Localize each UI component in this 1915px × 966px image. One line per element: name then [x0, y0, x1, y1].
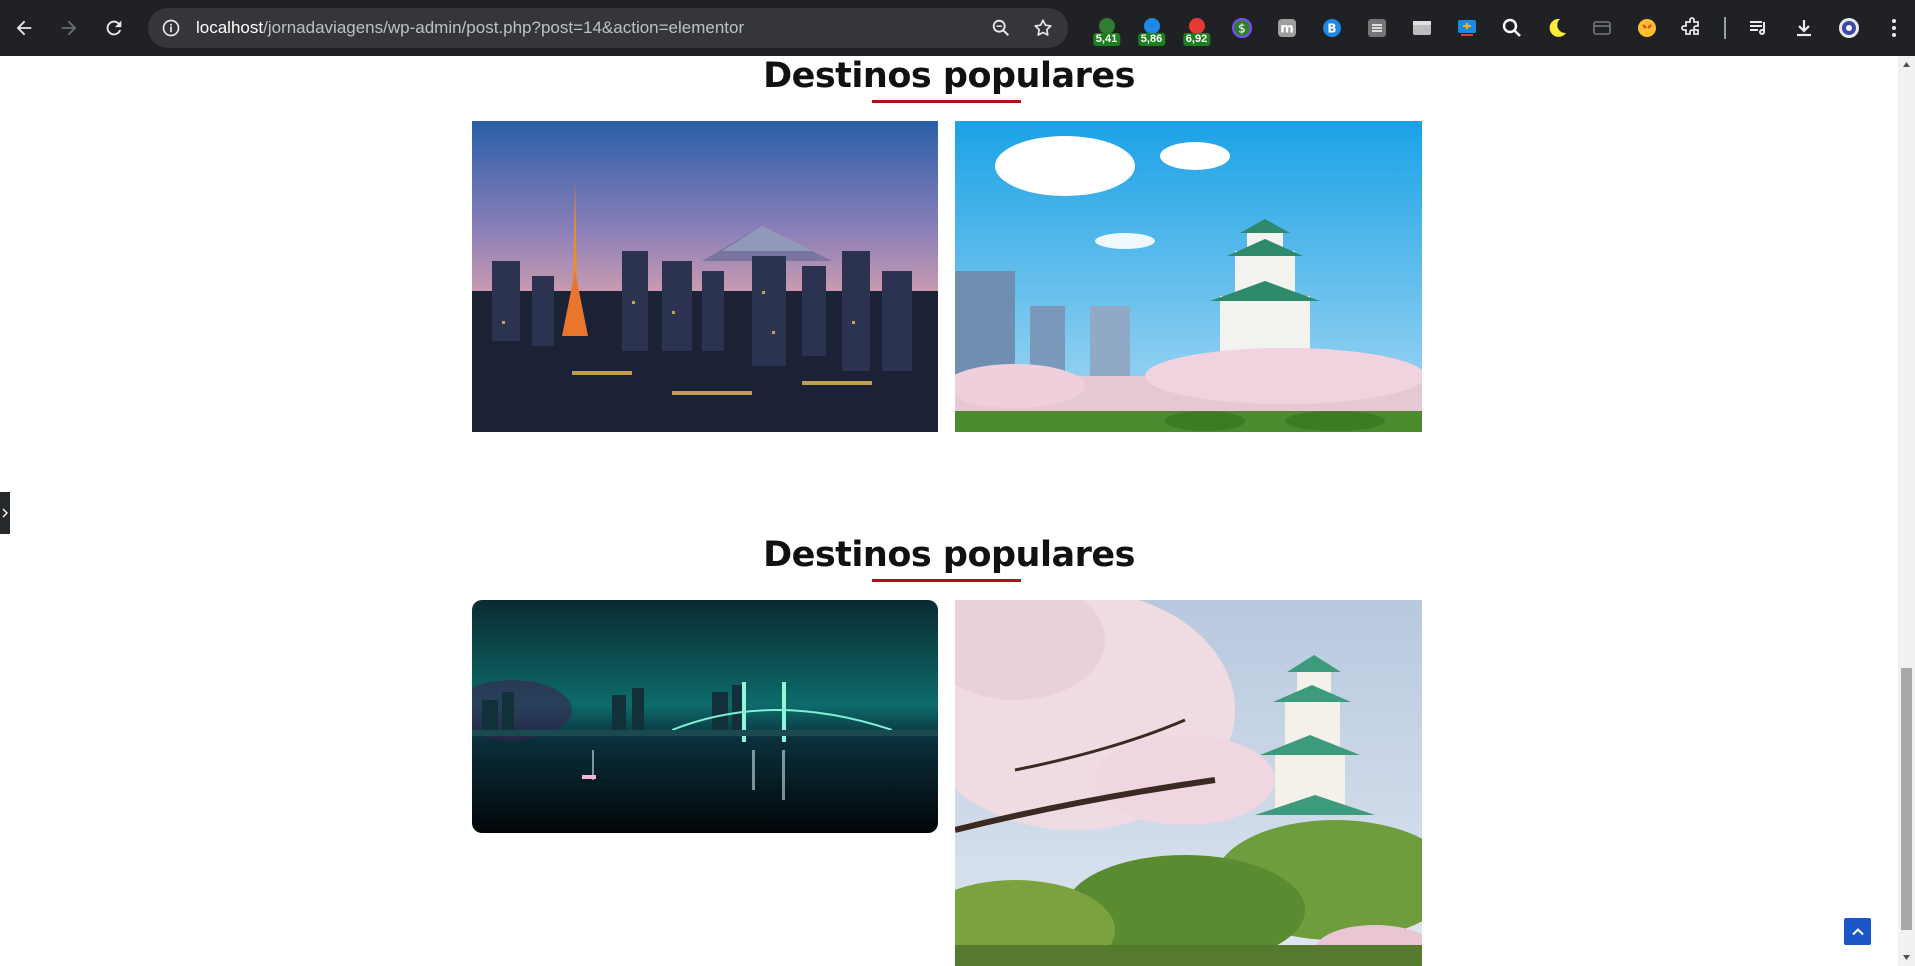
extension-dollar[interactable]: $: [1219, 0, 1264, 56]
window-icon: [1412, 21, 1431, 35]
back-button[interactable]: [2, 6, 46, 50]
extension-2[interactable]: 5,86: [1129, 0, 1174, 56]
bookmark-star-icon[interactable]: [1032, 17, 1054, 39]
destination-image-osaka-cherry-blossom[interactable]: [955, 600, 1422, 966]
extension-badge: 5,86: [1137, 33, 1166, 46]
media-control-button[interactable]: [1736, 0, 1781, 56]
svg-text:B: B: [1327, 22, 1336, 36]
extension-layers[interactable]: [1354, 0, 1399, 56]
downloads-button[interactable]: [1781, 0, 1826, 56]
section-title: Destinos populares: [763, 56, 1135, 96]
reload-button[interactable]: [92, 6, 136, 50]
extension-screen[interactable]: [1444, 0, 1489, 56]
face-icon: [1637, 19, 1656, 37]
extension-1[interactable]: 5,41: [1084, 0, 1129, 56]
forward-button[interactable]: [47, 6, 91, 50]
title-underline: [872, 579, 1021, 582]
svg-text:m: m: [1280, 22, 1294, 37]
search-icon: [1502, 18, 1521, 37]
destination-image-tokyo-tower[interactable]: [472, 121, 938, 432]
extension-face[interactable]: [1624, 0, 1669, 56]
chevron-right-icon: [2, 508, 8, 518]
panel-toggle-button[interactable]: [0, 492, 10, 534]
scroll-down-arrow-icon[interactable]: [1902, 953, 1911, 962]
site-info-icon[interactable]: [160, 17, 182, 39]
scrollbar-thumb[interactable]: [1901, 668, 1912, 930]
extensions-menu-button[interactable]: [1669, 0, 1714, 56]
title-underline: [872, 100, 1021, 103]
b-letter-icon: B: [1322, 19, 1341, 37]
section-title: Destinos populares: [763, 535, 1135, 575]
scroll-up-arrow-icon[interactable]: [1902, 60, 1911, 69]
url-path: /jornadaviagens/wp-admin/post.php?post=1…: [263, 18, 745, 37]
m-letter-icon: m: [1277, 19, 1296, 37]
destination-image-osaka-castle[interactable]: [955, 121, 1422, 432]
extension-b[interactable]: B: [1309, 0, 1354, 56]
extension-search[interactable]: [1489, 0, 1534, 56]
extensions-bar: 5,41 5,86 6,92 $ m B: [1084, 0, 1915, 56]
browser-menu-button[interactable]: [1871, 0, 1915, 56]
chevron-up-icon: [1851, 927, 1864, 935]
arrow-right-icon: [61, 20, 77, 36]
card-icon: [1592, 21, 1611, 35]
more-vertical-icon: [1891, 19, 1896, 37]
extension-folder[interactable]: [1579, 0, 1624, 56]
puzzle-icon: [1680, 17, 1699, 35]
toolbar-separator: [1724, 17, 1726, 39]
extension-dark-mode[interactable]: [1534, 0, 1579, 56]
reload-icon: [106, 20, 122, 36]
extension-m[interactable]: m: [1264, 0, 1309, 56]
profile-button[interactable]: [1826, 0, 1871, 56]
playlist-icon: [1749, 21, 1765, 35]
destination-image-rainbow-bridge[interactable]: [472, 600, 938, 833]
moon-icon: [1549, 18, 1566, 37]
avatar-icon: [1838, 18, 1859, 38]
dollar-icon: $: [1231, 18, 1252, 38]
vertical-scrollbar[interactable]: [1898, 56, 1915, 966]
url-text: localhost/jornadaviagens/wp-admin/post.p…: [196, 18, 744, 38]
extension-3[interactable]: 6,92: [1174, 0, 1219, 56]
url-host: localhost: [196, 18, 264, 37]
svg-text:$: $: [1238, 22, 1246, 36]
address-bar[interactable]: localhost/jornadaviagens/wp-admin/post.p…: [148, 8, 1068, 48]
extension-badge: 5,41: [1092, 33, 1121, 46]
layers-icon: [1367, 19, 1386, 37]
scroll-to-top-button[interactable]: [1844, 918, 1871, 945]
browser-toolbar: localhost/jornadaviagens/wp-admin/post.p…: [0, 0, 1915, 56]
extension-badge: 6,92: [1182, 33, 1211, 46]
arrow-left-icon: [16, 20, 32, 36]
screen-share-icon: [1457, 20, 1476, 36]
extension-window[interactable]: [1399, 0, 1444, 56]
download-icon: [1796, 20, 1811, 37]
zoom-icon[interactable]: [990, 17, 1012, 39]
page-content: Destinos populares Destinos populares: [0, 56, 1898, 966]
